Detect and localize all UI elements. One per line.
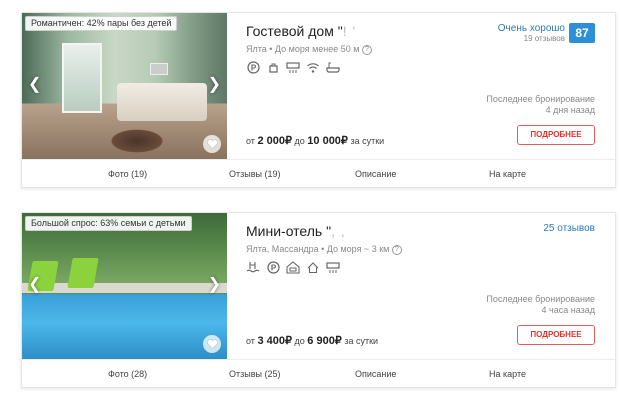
last-booking-label: Последнее бронирование (486, 294, 595, 304)
price-range: от 2 000₽ до 10 000₽ за сутки (246, 134, 384, 147)
listing-location: Ялта • До моря менее 50 м ? (246, 44, 372, 55)
price-from: от (246, 136, 255, 146)
price-from: от (246, 336, 255, 346)
pool-icon (246, 261, 260, 274)
listing-title-text: Гостевой дом " (246, 23, 343, 39)
price-to: до (294, 336, 305, 346)
listing-photo[interactable]: Романтичен: 42% пары без детей ❮ ❯ (22, 13, 227, 159)
car-rental-icon (286, 261, 300, 274)
parking-icon: P (266, 261, 280, 274)
rating-score-badge: 87 (569, 23, 595, 43)
tab-map[interactable]: На карте (489, 160, 526, 188)
listing-title-masked: ! ' (342, 23, 357, 39)
reviews-link[interactable]: 25 отзывов (543, 223, 595, 234)
tab-description[interactable]: Описание (355, 360, 396, 388)
details-button[interactable]: ПОДРОБНЕЕ (517, 125, 595, 145)
listing-title-masked: , , (331, 223, 346, 239)
photo-bed (117, 83, 207, 121)
help-icon[interactable]: ? (391, 244, 402, 255)
air-conditioner-icon (326, 261, 340, 274)
amenities-list: P (246, 61, 340, 74)
kettle-icon (266, 61, 280, 74)
svg-text:P: P (250, 64, 256, 73)
photo-prev-arrow-icon[interactable]: ❮ (28, 77, 41, 93)
air-conditioner-icon (286, 61, 300, 74)
price-min: 3 400₽ (257, 335, 292, 347)
price-min: 2 000₽ (257, 135, 292, 147)
photo-lounge-chair (67, 258, 99, 288)
tab-photos[interactable]: Фото (28) (108, 360, 147, 388)
reviews-count[interactable]: 19 отзывов (524, 34, 565, 43)
photo-next-arrow-icon[interactable]: ❯ (208, 277, 221, 293)
amenities-list: P (246, 261, 340, 274)
photo-next-arrow-icon[interactable]: ❯ (208, 77, 221, 93)
favorite-heart-icon[interactable] (203, 335, 221, 353)
last-booking-time: 4 часа назад (541, 305, 595, 315)
listing-tabs: Фото (28) Отзывы (25) Описание На карте (22, 359, 615, 388)
help-icon[interactable]: ? (362, 44, 372, 55)
wifi-icon (306, 61, 320, 74)
listing-card: Романтичен: 42% пары без детей ❮ ❯ Госте… (21, 12, 616, 188)
bathtub-icon (326, 61, 340, 74)
listing-badge: Большой спрос: 63% семьи с детьми (25, 216, 192, 231)
listing-location: Ялта, Массандра • До моря ~ 3 км ? (246, 244, 402, 255)
last-booking: Последнее бронирование 4 часа назад (486, 294, 595, 316)
last-booking: Последнее бронирование 4 дня назад (486, 94, 595, 116)
listing-card: Большой спрос: 63% семьи с детьми ❮ ❯ Ми… (21, 212, 616, 388)
photo-window (62, 43, 102, 113)
tab-photos[interactable]: Фото (19) (108, 160, 147, 188)
house-icon (306, 261, 320, 274)
price-to: до (294, 136, 305, 146)
last-booking-label: Последнее бронирование (486, 94, 595, 104)
listing-badge: Романтичен: 42% пары без детей (25, 16, 178, 31)
price-period: за сутки (344, 336, 379, 346)
price-max: 10 000₽ (307, 135, 348, 147)
parking-icon: P (246, 61, 260, 74)
svg-text:P: P (270, 264, 276, 273)
photo-prev-arrow-icon[interactable]: ❮ (28, 277, 41, 293)
price-range: от 3 400₽ до 6 900₽ за сутки (246, 334, 378, 347)
listing-title[interactable]: Гостевой дом "! ' (246, 23, 356, 39)
location-text: Ялта, Массандра • До моря ~ 3 км (246, 244, 390, 254)
listing-photo[interactable]: Большой спрос: 63% семьи с детьми ❮ ❯ (22, 213, 227, 359)
price-max: 6 900₽ (307, 335, 342, 347)
listing-title-text: Мини-отель " (246, 223, 332, 239)
location-text: Ялта • До моря менее 50 м (246, 44, 360, 54)
price-period: за сутки (350, 136, 385, 146)
tab-reviews[interactable]: Отзывы (19) (229, 160, 280, 188)
listing-title[interactable]: Мини-отель ", , (246, 223, 346, 239)
favorite-heart-icon[interactable] (203, 135, 221, 153)
tab-reviews[interactable]: Отзывы (25) (229, 360, 280, 388)
photo-wall-picture (150, 63, 168, 75)
tab-description[interactable]: Описание (355, 160, 396, 188)
tab-map[interactable]: На карте (489, 360, 526, 388)
rating-label[interactable]: Очень хорошо (498, 23, 565, 34)
last-booking-time: 4 дня назад (545, 105, 595, 115)
details-button[interactable]: ПОДРОБНЕЕ (517, 325, 595, 345)
listing-tabs: Фото (19) Отзывы (19) Описание На карте (22, 159, 615, 188)
